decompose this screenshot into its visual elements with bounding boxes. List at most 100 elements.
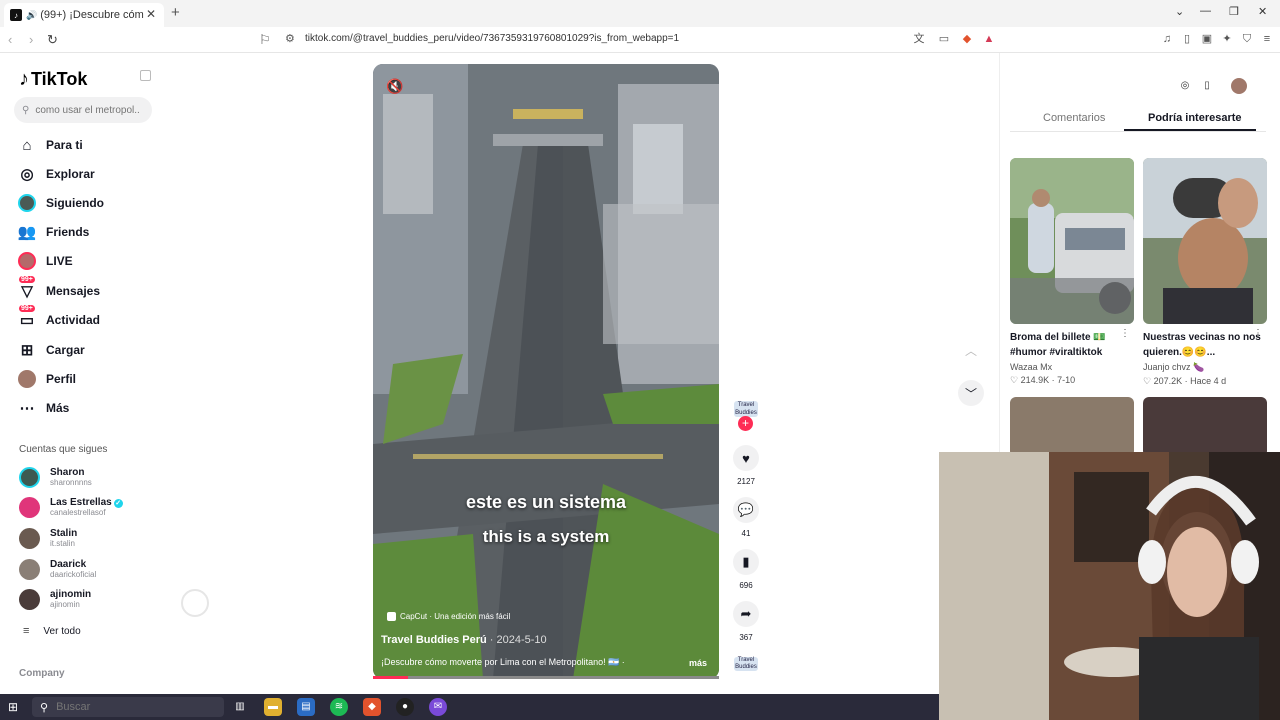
capcut-label[interactable]: CapCut · Una edición más fácil (387, 612, 510, 621)
video-thumbnail[interactable] (1143, 397, 1267, 457)
recommended-video-card[interactable]: ⋮ Nuestras vecinas no nos quieren.😊😊... … (1143, 158, 1267, 387)
maximize-button[interactable]: ❐ (1229, 5, 1239, 18)
search-input[interactable] (35, 104, 141, 116)
menu-mensajes[interactable]: ▽ 99+ Mensajes (17, 276, 100, 302)
following-account-stalin[interactable]: Stalin it.stalin (19, 528, 77, 549)
like-button[interactable]: ♥ 2127 (731, 445, 761, 486)
app-icon[interactable]: ▤ (297, 698, 315, 716)
bookmark-icon[interactable]: ⚐ (259, 32, 271, 48)
spotify-icon[interactable]: ≋ (330, 698, 348, 716)
reload-icon[interactable]: ↻ (47, 32, 58, 48)
home-icon: ⌂ (22, 136, 32, 154)
following-account-daarick[interactable]: Daarick daarickoficial (19, 559, 96, 580)
more-options-icon[interactable]: ⋮ (1253, 328, 1263, 339)
url-text[interactable]: tiktok.com/@travel_buddies_peru/video/73… (305, 33, 679, 44)
comment-button[interactable]: 💬 41 (731, 497, 761, 538)
card-author[interactable]: Wazaa Mx (1010, 362, 1134, 372)
taskbar-search-input[interactable] (56, 701, 157, 713)
account-name: Sharon (50, 467, 85, 478)
previous-video-arrow-icon[interactable]: ︿ (958, 337, 984, 363)
messenger-icon[interactable]: ✉ (429, 698, 447, 716)
menu-explorar[interactable]: ◎ Explorar (17, 163, 94, 185)
leo-ai-icon[interactable]: ✦ (1220, 32, 1234, 46)
brave-shield-icon[interactable]: ◆ (960, 32, 974, 46)
company-link[interactable]: Company (19, 668, 65, 679)
search-box[interactable]: ⚲ (14, 97, 152, 123)
city-aerial-video-frame (373, 64, 719, 679)
brave-browser-icon[interactable]: ◆ (363, 698, 381, 716)
tiktok-logo[interactable]: ♪ TikTok (19, 68, 87, 91)
music-disc-icon[interactable]: Travel Buddies (734, 657, 758, 671)
video-player[interactable] (373, 64, 719, 679)
taskbar-search[interactable]: ⚲ (32, 697, 224, 717)
next-video-arrow-icon[interactable]: ﹀ (958, 380, 984, 406)
video-thumbnail[interactable] (1010, 397, 1134, 457)
vpn-shield-icon[interactable]: ⛉ (1240, 32, 1254, 46)
obs-icon[interactable]: ● (396, 698, 414, 716)
menu-icon[interactable]: ≡ (1260, 32, 1274, 46)
video-thumbnail[interactable] (1010, 158, 1134, 324)
comment-icon: 💬 (733, 497, 759, 523)
save-count: 696 (739, 581, 753, 590)
tab-comments[interactable]: Comentarios (1043, 112, 1105, 124)
following-account-ajinomin[interactable]: ajinomin ajinomin (19, 589, 91, 610)
video-author[interactable]: Travel Buddies Perú · 2024-5-10 (381, 634, 547, 646)
logo-text: TikTok (31, 69, 88, 89)
account-name: Daarick (50, 559, 87, 570)
speaker-icon[interactable]: 🔊 (26, 10, 37, 21)
media-icon[interactable]: ♫ (1160, 32, 1174, 46)
messages-badge: 99+ (19, 276, 35, 283)
account-name: Las Estrellas (50, 497, 112, 508)
collapse-sidebar-icon[interactable] (140, 70, 151, 81)
back-icon[interactable]: ‹ (8, 32, 12, 47)
menu-siguiendo[interactable]: Siguiendo (17, 192, 104, 214)
see-all-link[interactable]: ≡ Ver todo (23, 625, 81, 637)
share-button[interactable]: ➦ 367 (731, 601, 761, 642)
file-explorer-icon[interactable]: ▬ (264, 698, 282, 716)
tab-list-icon[interactable]: ⌄ (1175, 5, 1184, 18)
more-button[interactable]: más (689, 658, 707, 668)
more-options-icon[interactable]: ⋮ (1120, 328, 1130, 339)
menu-actividad[interactable]: ▭ 99+ Actividad (17, 305, 100, 331)
following-account-sharon[interactable]: Sharon sharonnnns (19, 467, 92, 488)
following-account-las-estrellas[interactable]: Las Estrellas ✓ canalestrellasof (19, 497, 123, 518)
save-button[interactable]: ▮ 696 (731, 549, 761, 590)
menu-para-ti[interactable]: ⌂ Para ti (17, 134, 83, 156)
coins-icon[interactable]: ◎ (1177, 78, 1193, 94)
activity-icon: ▭ 99+ (19, 305, 35, 329)
creator-avatar[interactable]: Travel Buddies (734, 401, 758, 417)
new-tab-button[interactable]: + (171, 4, 180, 21)
menu-friends[interactable]: 👥 Friends (17, 221, 90, 243)
menu-label: Friends (46, 225, 90, 239)
translate-icon[interactable]: 文 (912, 32, 926, 46)
minimize-button[interactable]: — (1200, 5, 1211, 17)
site-info-icon[interactable]: ⚙ (285, 32, 295, 45)
close-window-button[interactable]: ✕ (1258, 5, 1267, 18)
volume-icon[interactable]: 🔇 (386, 78, 403, 95)
phone-icon[interactable]: ▯ (1199, 78, 1215, 94)
follow-plus-button[interactable]: + (738, 416, 753, 431)
menu-mas[interactable]: ⋯ Más (17, 397, 70, 419)
menu-live[interactable]: LIVE (17, 250, 73, 272)
cast-icon[interactable]: ▭ (937, 32, 951, 46)
menu-perfil[interactable]: Perfil (17, 368, 76, 390)
account-handle: sharonnnns (50, 478, 92, 487)
task-view-icon[interactable]: ▥ (231, 698, 249, 716)
sidebar-toggle-icon[interactable]: ▯ (1180, 32, 1194, 46)
video-progress-bar[interactable] (373, 676, 719, 679)
wallet-icon[interactable]: ▣ (1200, 32, 1214, 46)
video-thumbnail[interactable] (1143, 158, 1267, 324)
recommended-video-card[interactable]: ⋮ Broma del billete 💵 #humor #viraltikto… (1010, 158, 1134, 386)
forward-icon[interactable]: › (29, 32, 33, 47)
card-author[interactable]: Juanjo chvz 🍆 (1143, 362, 1267, 373)
menu-label: Siguiendo (46, 196, 104, 210)
browser-tab[interactable]: ♪ 🔊 (99+) ¡Descubre cómo moverte ✕ (4, 3, 164, 27)
tab-recommended[interactable]: Podría interesarte (1148, 112, 1242, 124)
brave-rewards-icon[interactable]: ▲ (982, 32, 996, 46)
close-tab-icon[interactable]: ✕ (146, 7, 156, 21)
progress-fill (373, 676, 408, 679)
windows-start-icon[interactable]: ⊞ (8, 700, 22, 714)
menu-cargar[interactable]: ⊞ Cargar (17, 339, 85, 361)
menu-label: Para ti (46, 138, 83, 152)
user-avatar[interactable] (1231, 78, 1247, 94)
